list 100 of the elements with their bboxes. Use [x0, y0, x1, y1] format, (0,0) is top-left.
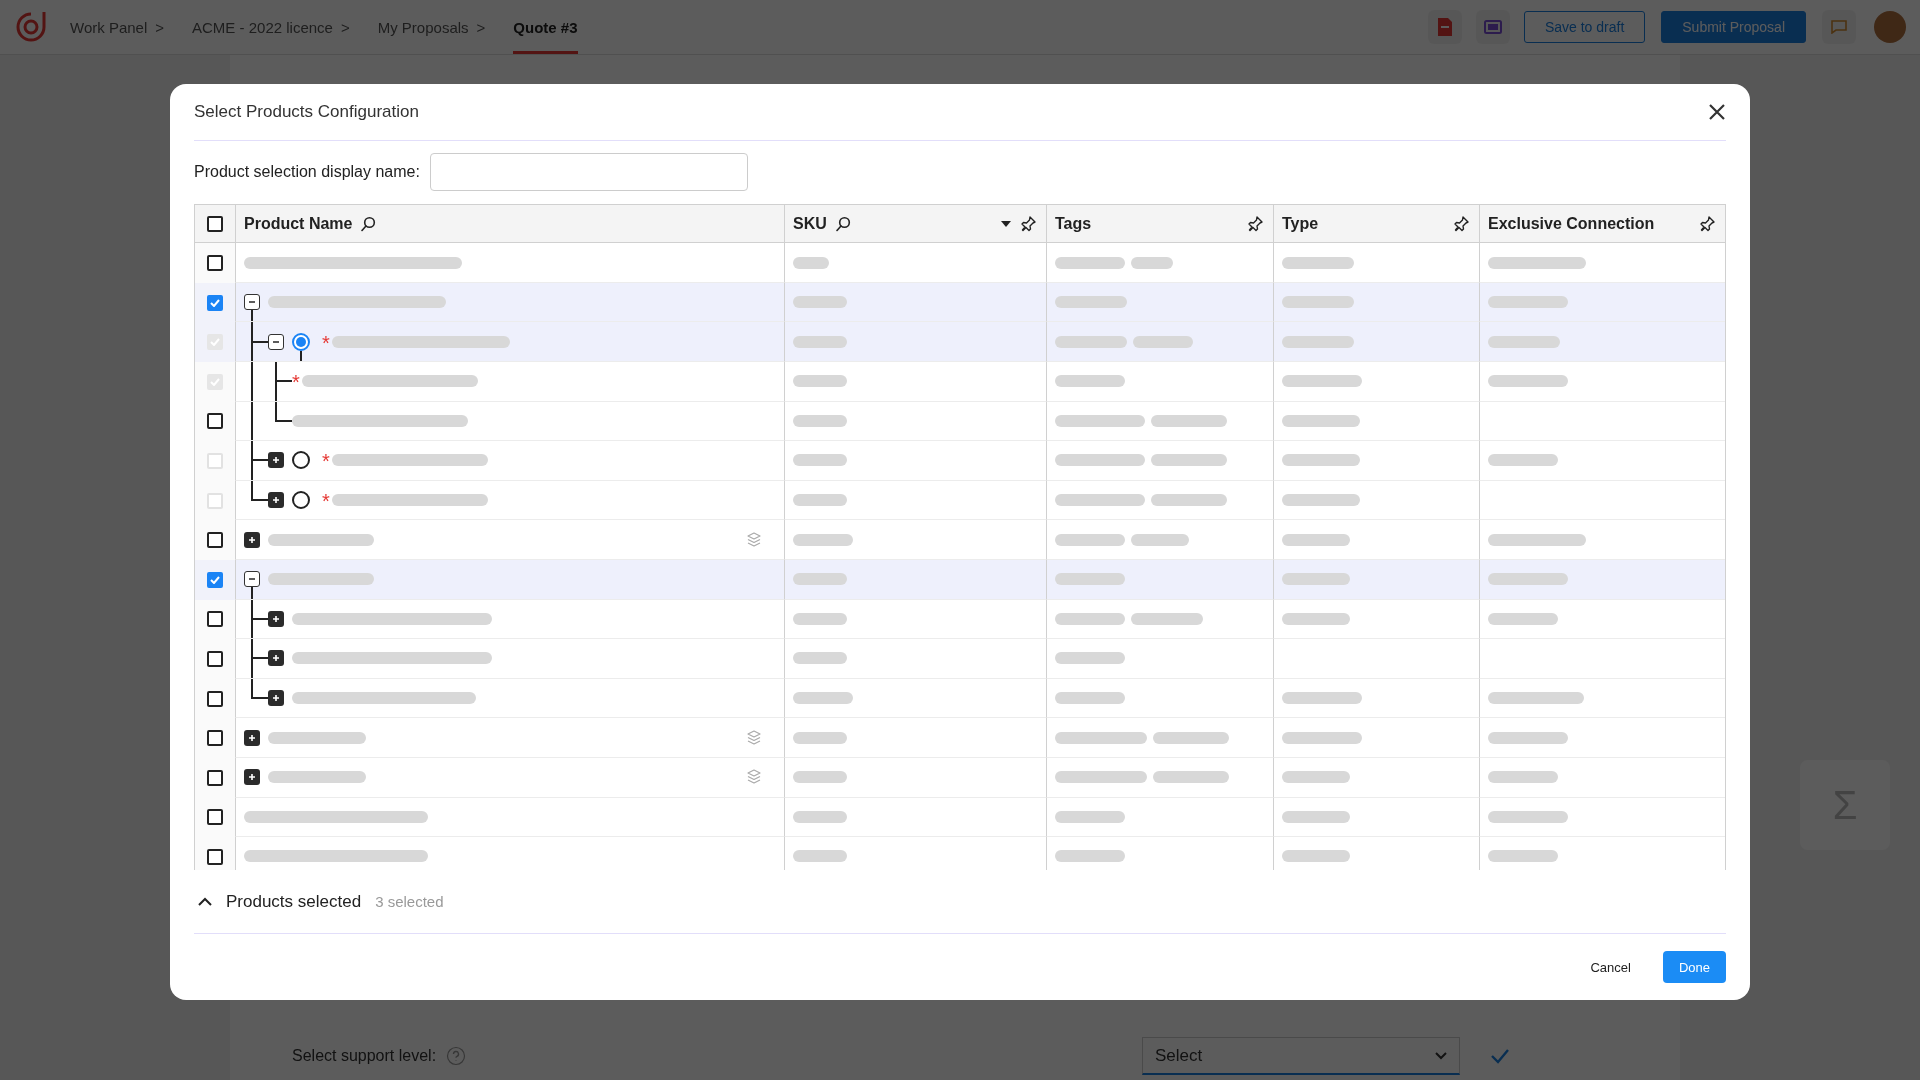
collapse-icon[interactable]	[244, 571, 260, 588]
required-mark: *	[322, 489, 330, 512]
row-checkbox[interactable]	[207, 532, 223, 549]
placeholder-bar	[1282, 573, 1350, 586]
placeholder-bar	[1282, 850, 1350, 863]
chevron-down-icon	[1435, 1051, 1447, 1060]
expand-icon[interactable]	[268, 610, 284, 627]
placeholder-bar	[1055, 850, 1125, 863]
pin-icon[interactable]	[1021, 215, 1038, 233]
pin-icon[interactable]	[1248, 215, 1265, 233]
checkmark-icon	[210, 298, 220, 307]
placeholder-bar	[793, 850, 847, 863]
row-checkbox[interactable]	[207, 294, 223, 311]
check-icon[interactable]	[1490, 1048, 1510, 1064]
pin-icon[interactable]	[1454, 215, 1471, 233]
placeholder-bar	[793, 573, 847, 586]
placeholder-bar	[793, 731, 847, 744]
placeholder-bar	[1055, 652, 1125, 665]
placeholder-bar	[793, 612, 847, 625]
placeholder-bar	[793, 375, 847, 388]
field-label: Product selection display name:	[194, 163, 420, 182]
save-button[interactable]: Save to draft	[1523, 11, 1646, 43]
placeholder-bar	[793, 692, 853, 705]
select-all-checkbox[interactable]	[207, 215, 223, 232]
breadcrumb-link[interactable]: ACME - 2022 licence >	[192, 0, 350, 54]
column-header[interactable]: Product Name	[244, 214, 353, 233]
column-header[interactable]: SKU	[793, 214, 827, 233]
display-name-field[interactable]	[429, 153, 748, 192]
expand-icon[interactable]	[244, 729, 260, 746]
placeholder-bar	[793, 810, 847, 823]
column-header[interactable]: Type	[1282, 214, 1319, 233]
row-checkbox[interactable]	[207, 730, 223, 747]
row-checkbox[interactable]	[207, 769, 223, 786]
search-icon[interactable]	[834, 215, 851, 232]
checkmark-icon	[210, 377, 220, 386]
placeholder-bar	[1488, 771, 1558, 784]
submit-button[interactable]: Submit Proposal	[1661, 11, 1806, 43]
placeholder-bar	[1488, 612, 1558, 625]
placeholder-bar	[1282, 612, 1350, 625]
placeholder-bar	[1055, 533, 1125, 546]
expand-icon[interactable]	[244, 531, 260, 548]
row-checkbox[interactable]	[207, 809, 223, 826]
placeholder-bar	[793, 335, 847, 348]
placeholder-bar	[1131, 612, 1203, 625]
checkmark-icon	[210, 338, 220, 347]
placeholder-bar	[1055, 375, 1125, 388]
collapse-icon[interactable]	[244, 294, 260, 311]
row-checkbox[interactable]	[207, 650, 223, 667]
placeholder-bar	[1282, 771, 1350, 784]
required-mark: *	[322, 330, 330, 353]
row-checkbox[interactable]	[207, 848, 223, 865]
column-header[interactable]: Exclusive Connection	[1488, 214, 1655, 233]
expand-icon[interactable]	[268, 690, 284, 707]
pin-icon[interactable]	[1700, 215, 1717, 233]
row-checkbox[interactable]	[207, 690, 223, 707]
checkmark-icon	[210, 575, 220, 584]
placeholder-bar	[793, 414, 847, 427]
search-icon[interactable]	[360, 215, 377, 232]
placeholder-bar	[1055, 573, 1125, 586]
placeholder-bar	[1488, 454, 1558, 467]
breadcrumb-link[interactable]: My Proposals >	[377, 0, 486, 54]
row-checkbox[interactable]	[207, 255, 223, 271]
placeholder-bar	[793, 652, 847, 665]
placeholder-bar	[1488, 850, 1558, 863]
placeholder-bar	[1131, 533, 1189, 546]
placeholder-bar	[1055, 612, 1125, 625]
placeholder-bar	[1282, 256, 1354, 269]
placeholder-bar	[793, 494, 847, 507]
selected-count: 3 selected	[375, 893, 444, 911]
expand-icon[interactable]	[268, 650, 284, 667]
placeholder-bar	[1488, 335, 1560, 348]
done-button[interactable]: Done	[1662, 951, 1726, 984]
placeholder-bar	[1131, 256, 1173, 269]
row-checkbox[interactable]	[207, 611, 223, 628]
expand-icon[interactable]	[244, 769, 260, 786]
section-title: Products selected	[226, 891, 362, 912]
placeholder-bar	[1055, 335, 1127, 348]
field-label: Select support level:	[292, 1047, 437, 1065]
cancel-button[interactable]: Cancel	[1574, 951, 1647, 984]
placeholder-bar	[1282, 810, 1350, 823]
placeholder-bar	[793, 771, 847, 784]
placeholder-bar	[1055, 296, 1127, 309]
placeholder-bar	[793, 296, 847, 309]
caret-icon[interactable]	[1001, 220, 1011, 227]
placeholder-bar	[793, 256, 829, 269]
placeholder-bar	[1055, 692, 1125, 705]
row-checkbox[interactable]	[207, 571, 223, 588]
placeholder-bar	[793, 533, 853, 546]
column-header[interactable]: Tags	[1055, 214, 1092, 233]
placeholder-bar	[1055, 810, 1125, 823]
chevron-up-icon[interactable]	[198, 896, 212, 907]
breadcrumb-link[interactable]: Work Panel >	[70, 0, 165, 54]
placeholder-bar	[793, 454, 847, 467]
dialog-title: Select Products Configuration	[194, 101, 419, 122]
close-icon[interactable]	[1708, 102, 1726, 121]
required-mark: *	[322, 449, 330, 472]
placeholder-bar	[1282, 335, 1354, 348]
required-mark: *	[292, 370, 300, 393]
placeholder-bar	[1282, 296, 1354, 309]
support-select[interactable]: Select	[1142, 1037, 1460, 1075]
